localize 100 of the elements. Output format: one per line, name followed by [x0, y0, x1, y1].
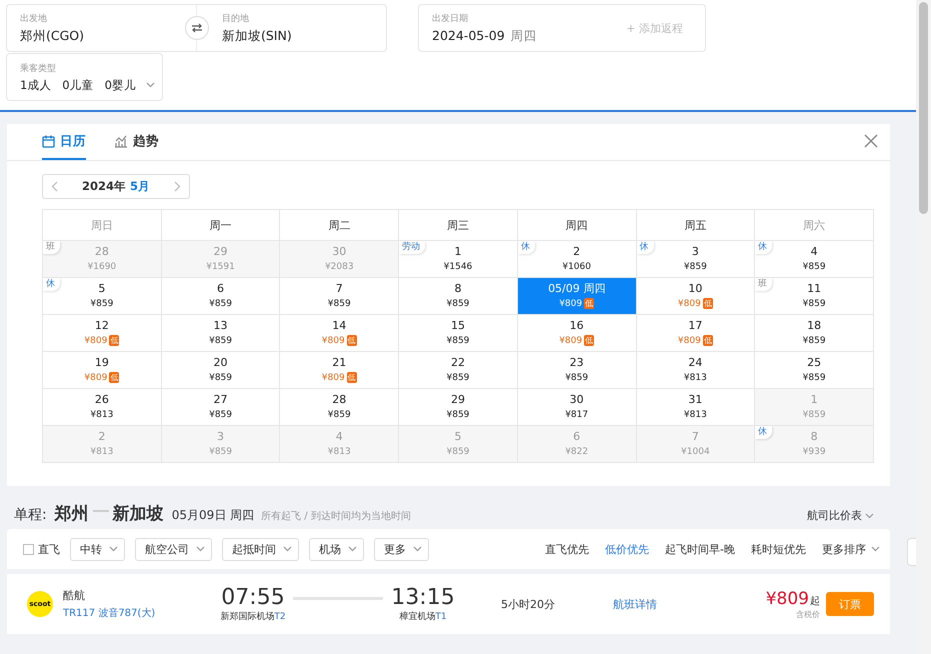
day-number: 29 — [214, 244, 228, 258]
holiday-tag: 休 — [636, 241, 654, 254]
chevron-left-icon[interactable] — [51, 181, 58, 192]
flight-details-link[interactable]: 航班详情 — [613, 596, 657, 612]
day-price: ¥1004 — [681, 446, 710, 456]
filter-dropdown[interactable]: 机场 — [309, 538, 364, 560]
chevron-right-icon[interactable] — [174, 181, 181, 192]
low-price-badge: 低 — [109, 334, 120, 346]
filter-dropdown[interactable]: 中转 — [70, 538, 125, 560]
calendar-day[interactable]: 12 ¥809 低 — [42, 314, 162, 352]
calendar-day[interactable]: 休 8 ¥939 — [754, 426, 874, 462]
weekday-header: 周日 — [42, 210, 162, 240]
chevron-down-icon — [109, 546, 118, 552]
calendar-day[interactable]: 22 ¥859 — [398, 352, 518, 388]
calendar-day[interactable]: 23 ¥859 — [517, 352, 636, 388]
flight-number[interactable]: TR117 波音787(大) — [63, 606, 213, 620]
day-number: 23 — [570, 356, 584, 368]
day-number: 6 — [573, 430, 580, 442]
day-number: 16 — [570, 318, 584, 332]
destination-field[interactable]: 新加坡(SIN) — [222, 28, 292, 44]
filter-dropdown[interactable]: 航空公司 — [135, 538, 212, 560]
day-price: ¥809 — [678, 298, 701, 308]
holiday-tag: 休 — [518, 241, 535, 254]
day-number: 26 — [94, 392, 109, 406]
day-number: 30 — [570, 392, 584, 406]
calendar-day[interactable]: 劳动 1 ¥1546 — [398, 240, 518, 278]
day-number: 29 — [450, 392, 465, 406]
calendar-day[interactable]: 休 4 ¥859 — [754, 240, 874, 278]
holiday-tag: 班 — [43, 241, 60, 254]
day-price: ¥813 — [684, 410, 707, 420]
day-price: ¥939 — [802, 446, 826, 456]
calendar-day[interactable]: 8 ¥859 — [398, 278, 518, 314]
day-number: 12 — [94, 318, 109, 332]
chevron-down-icon — [196, 546, 205, 552]
calendar-day[interactable]: 17 ¥809 低 — [636, 314, 755, 352]
direct-checkbox[interactable]: 直飞 — [23, 542, 60, 556]
origin-city: 郑州 — [54, 503, 89, 525]
day-price: ¥1591 — [206, 262, 235, 272]
close-icon[interactable] — [864, 134, 878, 148]
day-price: ¥859 — [209, 336, 232, 346]
time-note: 所有起飞 / 到达时间均为当地时间 — [261, 510, 411, 523]
day-number: 28 — [332, 392, 346, 406]
tab[interactable]: 日历 — [42, 124, 86, 160]
calendar-day[interactable]: 13 ¥859 — [161, 314, 280, 352]
day-number: 6 — [217, 282, 224, 294]
calendar-day[interactable]: 7 ¥859 — [280, 278, 399, 314]
compare-table-link[interactable]: 航司比价表 — [801, 507, 880, 524]
weekday-header: 周五 — [636, 210, 755, 240]
day-number: 18 — [807, 318, 822, 332]
calendar-day[interactable]: 15 ¥859 — [398, 314, 518, 352]
passenger-select[interactable]: 1成人 0儿童 0婴儿 — [20, 78, 136, 92]
low-price-badge: 低 — [346, 372, 357, 382]
swap-button[interactable] — [184, 16, 208, 40]
calendar-day[interactable]: 班 28 ¥1690 — [42, 240, 162, 278]
calendar-day[interactable]: 10 ¥809 低 — [636, 278, 755, 314]
side-tab[interactable] — [907, 538, 916, 566]
trip-type-label: 单程: — [14, 506, 47, 524]
field-label: 出发日期 — [432, 12, 469, 24]
calendar-day[interactable]: 20 ¥859 — [161, 352, 280, 388]
day-number: 24 — [688, 356, 702, 368]
day-number: 20 — [214, 356, 228, 368]
calendar-day[interactable]: 05/09 周四 ¥809 低 — [517, 278, 636, 314]
calendar-day[interactable]: 14 ¥809 低 — [280, 314, 399, 352]
day-price: ¥809 — [84, 372, 108, 382]
holiday-tag: 劳动 — [399, 241, 426, 254]
calendar-day[interactable]: 24 ¥813 — [636, 352, 755, 388]
sort-option[interactable]: 耗时短优先 — [751, 542, 806, 556]
route-dash — [92, 510, 109, 512]
calendar-day[interactable]: 班 11 ¥859 — [754, 278, 874, 314]
day-price: ¥1690 — [88, 262, 116, 272]
calendar-day[interactable]: 休 5 ¥859 — [42, 278, 162, 314]
filter-dropdown[interactable]: 起抵时间 — [222, 538, 299, 560]
day-price: ¥859 — [446, 410, 470, 420]
calendar-day[interactable]: 19 ¥809 低 — [42, 352, 162, 388]
sort-option[interactable]: 低价优先 — [605, 542, 650, 556]
day-price: ¥859 — [446, 298, 470, 308]
filter-dropdown[interactable]: 更多 — [374, 538, 429, 560]
date-field[interactable]: 2024-05-09 周四 — [432, 28, 537, 44]
day-number: 27 — [214, 392, 228, 406]
day-price: ¥2083 — [324, 262, 354, 272]
calendar-day[interactable]: 6 ¥859 — [161, 278, 280, 314]
sort-option[interactable]: 直飞优先 — [545, 542, 590, 556]
calendar-day[interactable]: 18 ¥859 — [754, 314, 874, 352]
day-number: 17 — [688, 318, 702, 332]
calendar-day[interactable]: 16 ¥809 低 — [517, 314, 636, 352]
day-number: 4 — [810, 244, 818, 258]
origin-field[interactable]: 郑州(CGO) — [20, 28, 183, 44]
tab[interactable]: 趋势 — [114, 124, 159, 160]
sort-option[interactable]: 起飞时间早-晚 — [665, 542, 735, 556]
calendar-day[interactable]: 休 3 ¥859 — [636, 240, 755, 278]
day-price: ¥859 — [446, 372, 470, 382]
calendar-day[interactable]: 21 ¥809 低 — [280, 352, 399, 388]
day-price: ¥809 — [84, 336, 108, 346]
day-price: ¥859 — [446, 446, 470, 456]
destination-city: 新加坡 — [112, 503, 164, 525]
day-number: 21 — [332, 356, 346, 368]
weekday-header: 周三 — [398, 210, 518, 240]
low-price-badge: 低 — [702, 334, 713, 346]
day-number: 13 — [214, 318, 228, 332]
more-sort-dropdown[interactable]: 更多排序 — [822, 542, 880, 556]
